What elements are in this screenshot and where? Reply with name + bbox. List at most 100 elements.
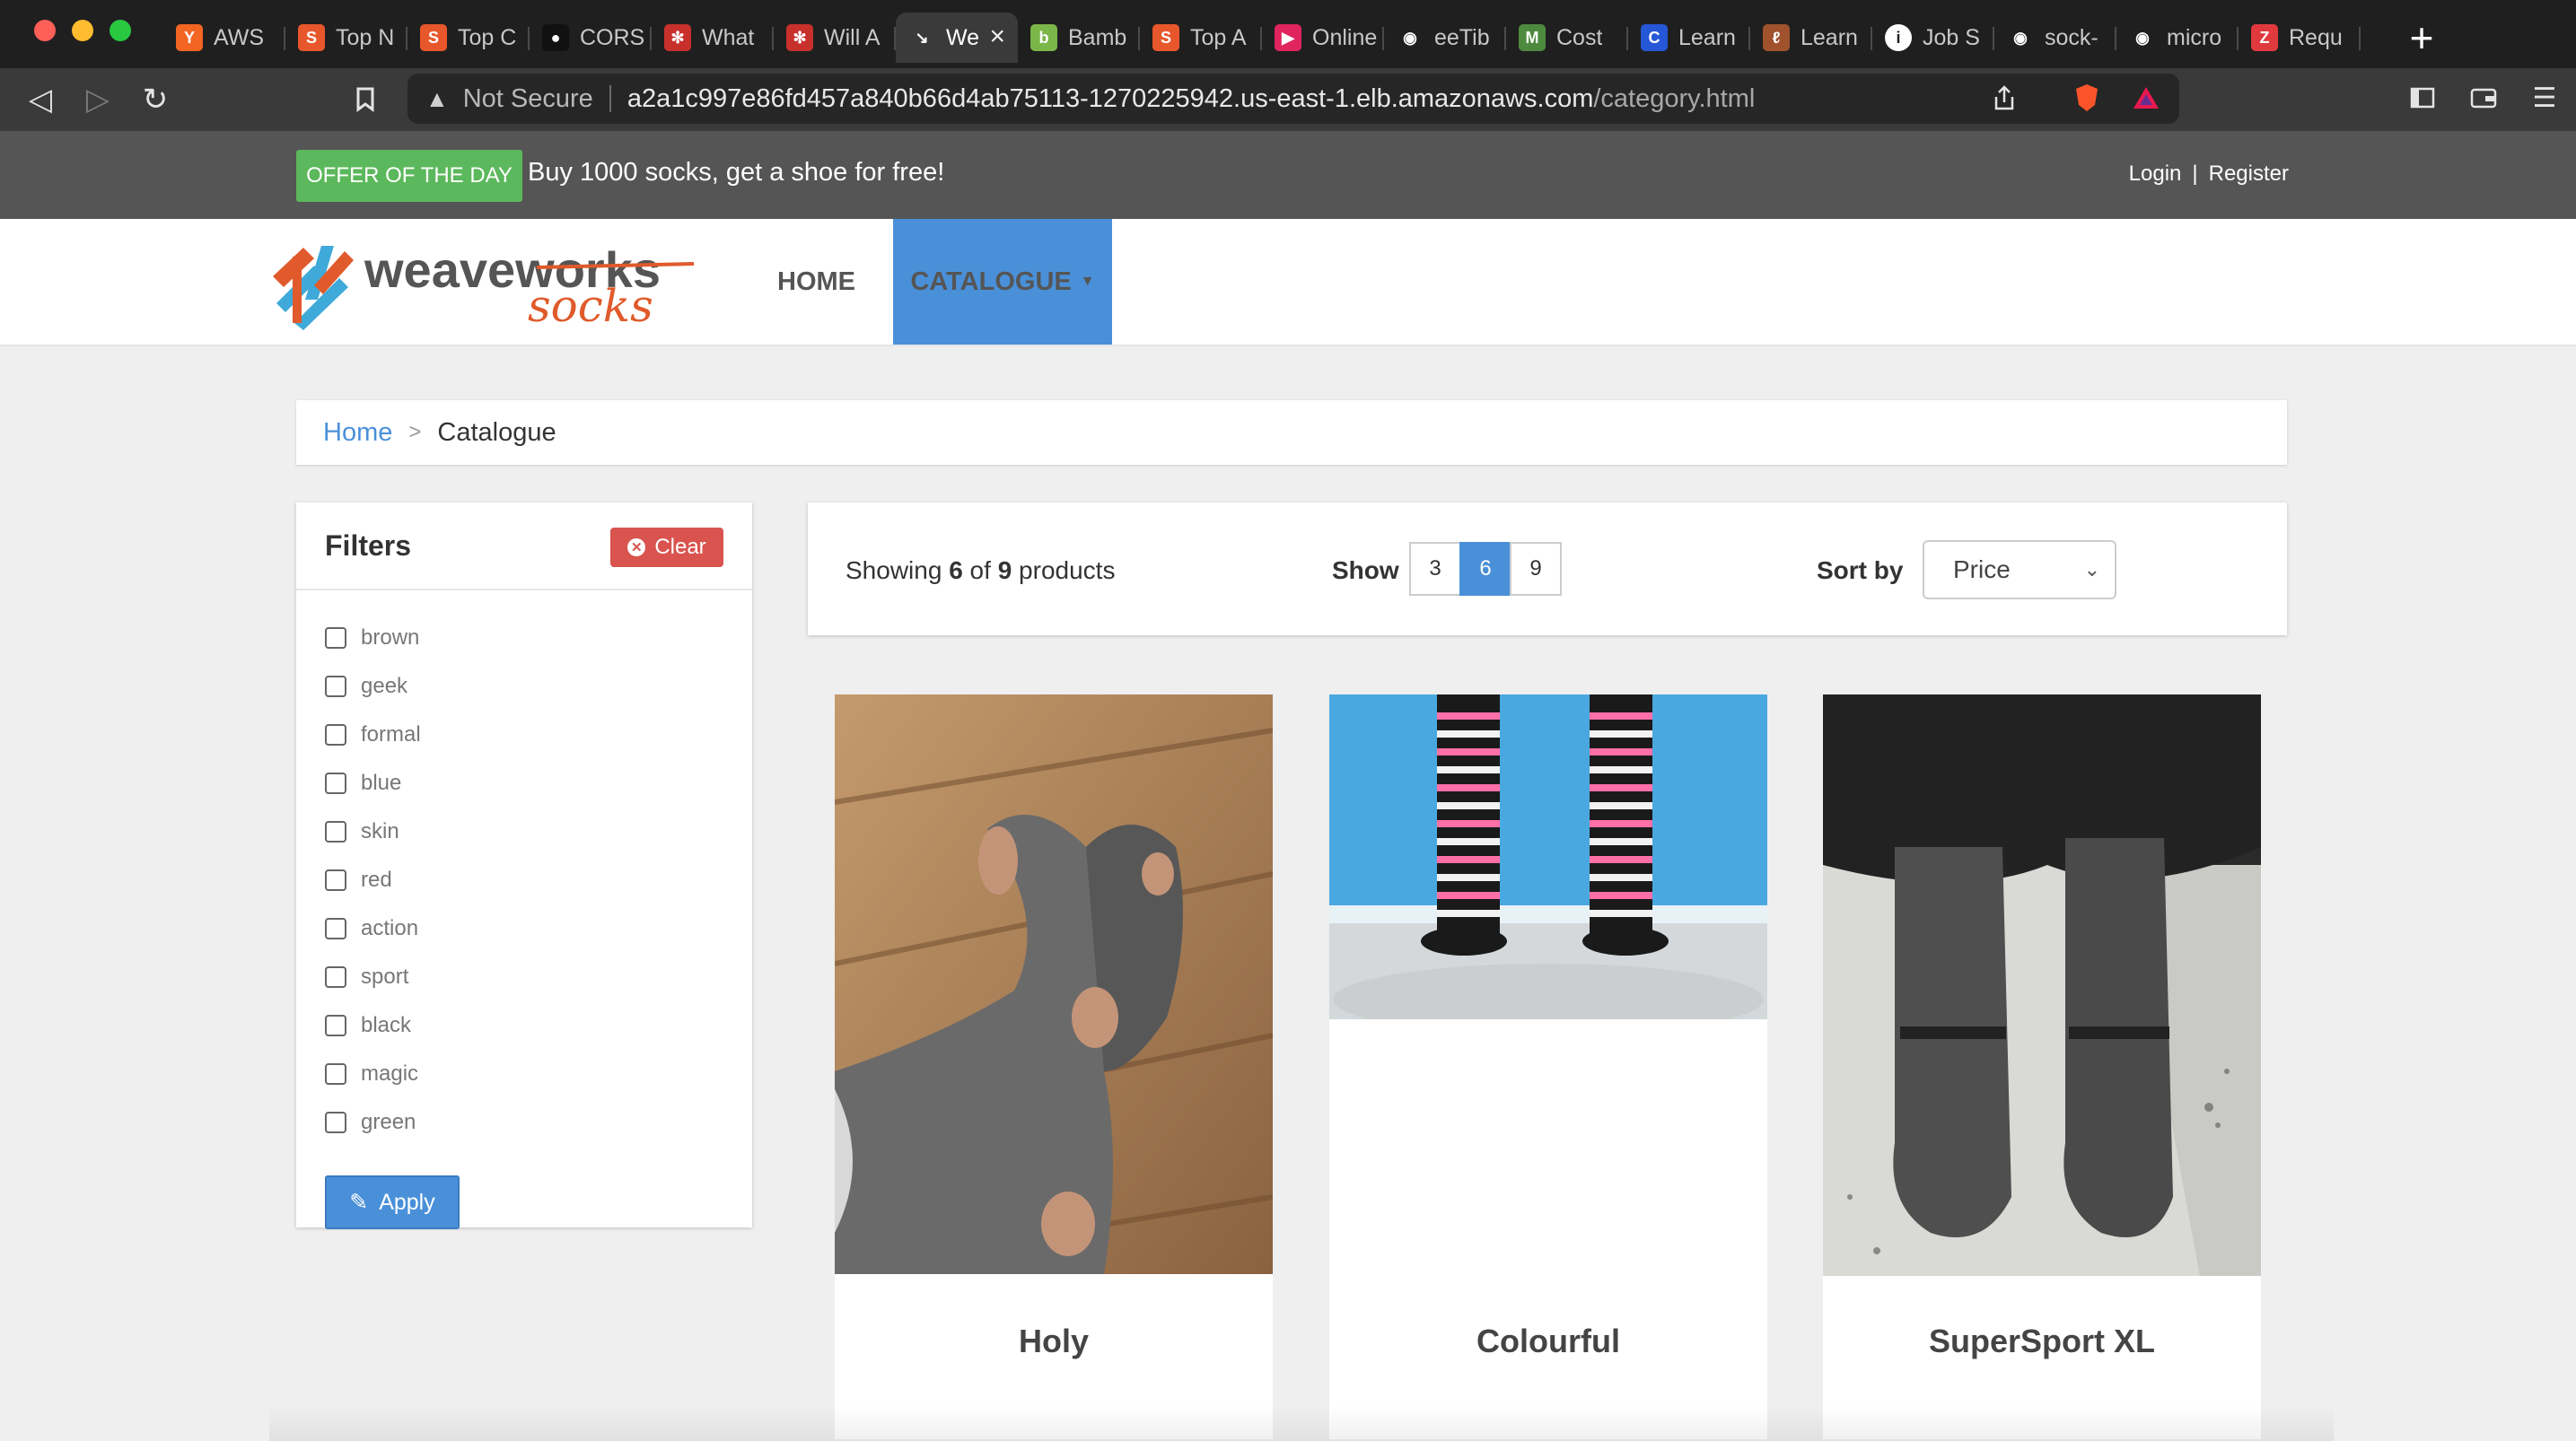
filter-option-brown[interactable]: brown	[325, 624, 419, 651]
product-card[interactable]: Holy	[835, 694, 1273, 1439]
breadcrumb-current: Catalogue	[437, 417, 556, 447]
filter-label: formal	[361, 722, 421, 747]
filter-option-sport[interactable]: sport	[325, 964, 408, 991]
browser-tab-label: Online	[1312, 24, 1378, 50]
filter-checkbox[interactable]	[325, 1063, 346, 1085]
product-card[interactable]: SuperSport XL	[1823, 694, 2261, 1439]
close-window-button[interactable]	[34, 20, 56, 41]
share-icon[interactable]	[1984, 77, 2025, 118]
filter-checkbox[interactable]	[325, 676, 346, 697]
browser-tab[interactable]: ◉ micro	[2116, 13, 2239, 63]
weaveworks-socks-logo[interactable]: weaveworks socks	[267, 240, 698, 332]
filter-checkbox[interactable]	[325, 1015, 346, 1036]
offer-of-the-day-button[interactable]: OFFER OF THE DAY	[296, 150, 522, 202]
minimize-window-button[interactable]	[72, 20, 93, 41]
register-link[interactable]: Register	[2209, 162, 2289, 187]
product-card[interactable]: Colourful	[1329, 694, 1767, 1439]
browser-tab[interactable]: ℓ Learn	[1750, 13, 1872, 63]
page-size-option-6[interactable]: 6	[1459, 542, 1511, 596]
logo-wordmark-socks: socks	[528, 280, 653, 330]
sort-value: Price	[1953, 555, 2011, 583]
apply-label: Apply	[379, 1189, 435, 1215]
nav-home-link[interactable]: HOME	[777, 219, 855, 345]
s-icon: S	[1152, 24, 1179, 51]
filter-option-skin[interactable]: skin	[325, 818, 399, 845]
browser-tab[interactable]: S Top N	[285, 13, 407, 63]
filter-option-formal[interactable]: formal	[325, 721, 421, 748]
showing-prefix: Showing	[846, 556, 950, 584]
play-icon: ▶	[1275, 24, 1301, 51]
brave-rewards-icon[interactable]	[2125, 77, 2167, 118]
browser-tab[interactable]: ↘ We ×	[896, 13, 1018, 63]
filter-label: skin	[361, 819, 399, 843]
product-image-holy-socks[interactable]	[835, 694, 1273, 1274]
breadcrumb-home-link[interactable]: Home	[323, 418, 392, 448]
filter-option-geek[interactable]: geek	[325, 673, 407, 700]
browser-tab[interactable]: b Bamb	[1018, 13, 1140, 63]
clear-label: Clear	[654, 535, 706, 559]
filter-checkbox[interactable]	[325, 773, 346, 794]
browser-tab[interactable]: i Job S	[1872, 13, 1994, 63]
url-path: /category.html	[1593, 83, 1756, 113]
browser-tab[interactable]: ✻ Will A	[774, 13, 896, 63]
filter-label: green	[361, 1110, 416, 1134]
s-icon: S	[420, 24, 447, 51]
product-name[interactable]: Holy	[835, 1323, 1273, 1360]
browser-tab[interactable]: S Top C	[407, 13, 530, 63]
close-tab-icon[interactable]: ×	[989, 22, 1005, 52]
apply-filters-button[interactable]: ✎ Apply	[325, 1175, 460, 1229]
filter-option-green[interactable]: green	[325, 1109, 416, 1136]
product-image-supersport-xl-socks[interactable]	[1823, 694, 2261, 1276]
product-name[interactable]: Colourful	[1329, 1323, 1767, 1360]
filter-option-magic[interactable]: magic	[325, 1061, 418, 1087]
reload-icon[interactable]: ↻	[135, 79, 176, 120]
page-size-option-9[interactable]: 9	[1510, 542, 1562, 596]
nav-catalogue-dropdown[interactable]: CATALOGUE ▼	[893, 219, 1112, 345]
product-name[interactable]: SuperSport XL	[1823, 1323, 2261, 1360]
browser-tab[interactable]: ● CORS	[530, 13, 652, 63]
filter-option-action[interactable]: action	[325, 915, 418, 942]
filter-checkbox[interactable]	[325, 627, 346, 649]
browser-tab-label: What	[702, 24, 755, 50]
menu-icon[interactable]: ☰	[2524, 77, 2565, 118]
address-bar[interactable]: ▲ Not Secure a2a1c997e86fd457a840b66d4ab…	[407, 74, 2179, 124]
filter-checkbox[interactable]	[325, 724, 346, 746]
product-image-colourful-socks[interactable]	[1329, 694, 1767, 1019]
back-icon[interactable]: ◁	[20, 79, 61, 120]
browser-tab[interactable]: M Cost	[1506, 13, 1628, 63]
caret-down-icon: ▼	[1080, 274, 1095, 289]
new-tab-button[interactable]: +	[2396, 13, 2447, 63]
browser-tab[interactable]: C Learn	[1628, 13, 1750, 63]
browser-tab[interactable]: ▶ Online	[1262, 13, 1384, 63]
filter-label: geek	[361, 674, 408, 698]
filter-checkbox[interactable]	[325, 821, 346, 843]
filter-option-black[interactable]: black	[325, 1012, 411, 1039]
sidebar-toggle-icon[interactable]	[2402, 77, 2443, 118]
login-link[interactable]: Login	[2129, 162, 2182, 187]
zoom-window-button[interactable]	[110, 20, 131, 41]
bookmark-icon[interactable]	[345, 79, 386, 120]
browser-tab[interactable]: ◉ sock-	[1994, 13, 2116, 63]
offer-bar: OFFER OF THE DAY Buy 1000 socks, get a s…	[0, 131, 2576, 219]
forward-icon[interactable]: ▷	[77, 79, 118, 120]
filter-checkbox[interactable]	[325, 1112, 346, 1133]
filter-checkbox[interactable]	[325, 966, 346, 988]
filter-checkbox[interactable]	[325, 918, 346, 939]
browser-toolbar: ◁ ▷ ↻ ▲ Not Secure a2a1c997e86fd457a840b…	[0, 68, 2576, 131]
browser-tab[interactable]: ✻ What	[652, 13, 774, 63]
browser-tab[interactable]: Z Requ	[2239, 13, 2361, 63]
s-icon: S	[298, 24, 325, 51]
account-links: Login | Register	[2129, 162, 2289, 187]
browser-tab[interactable]: ◉ eeTib	[1384, 13, 1506, 63]
filter-checkbox[interactable]	[325, 869, 346, 891]
wallet-icon[interactable]	[2463, 77, 2504, 118]
clear-filters-button[interactable]: ✕ Clear	[610, 528, 723, 567]
browser-tab-label: Top C	[458, 24, 517, 50]
brave-shield-icon[interactable]	[2066, 77, 2107, 118]
browser-tab[interactable]: S Top A	[1140, 13, 1262, 63]
filter-option-red[interactable]: red	[325, 867, 392, 894]
filter-option-blue[interactable]: blue	[325, 770, 401, 797]
page-size-option-3[interactable]: 3	[1409, 542, 1461, 596]
browser-tab[interactable]: Y AWS	[163, 13, 285, 63]
sort-select[interactable]: Price ⌄	[1923, 540, 2116, 599]
